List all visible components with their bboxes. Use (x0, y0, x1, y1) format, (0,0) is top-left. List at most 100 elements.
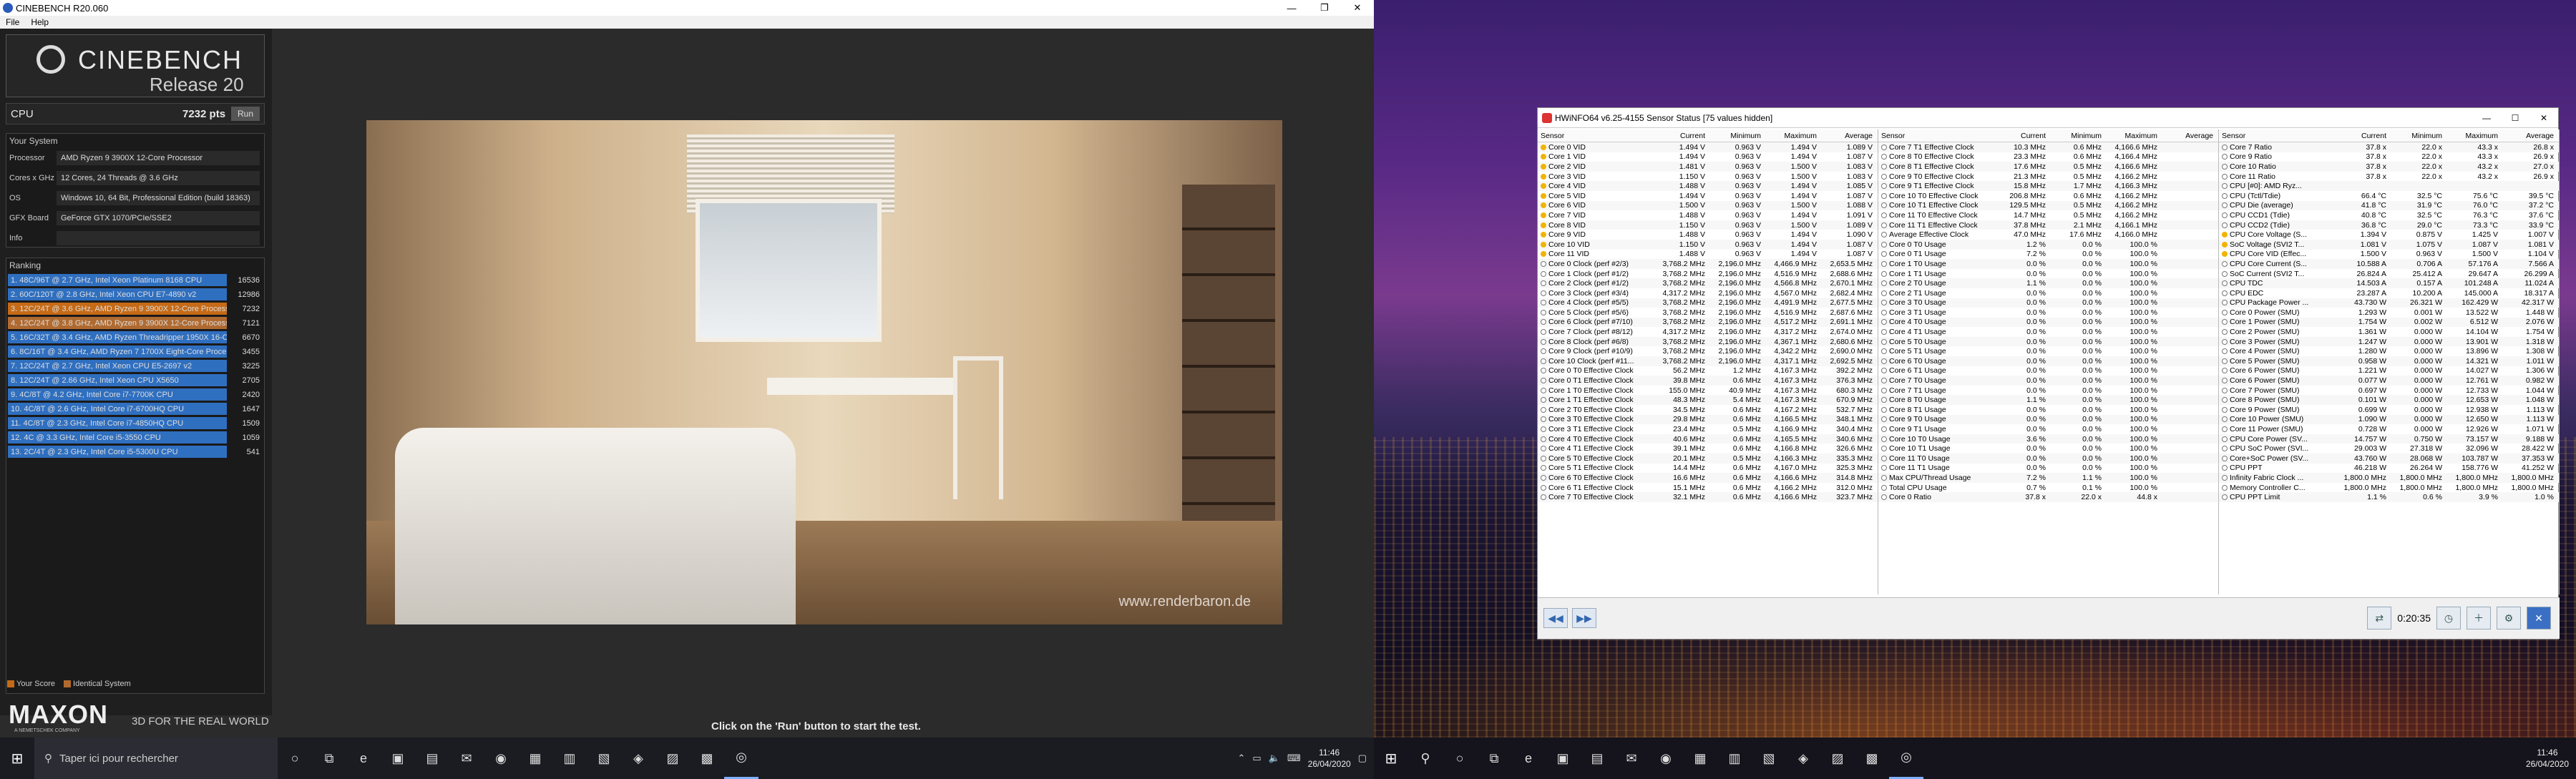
column-header[interactable]: Sensor (2219, 132, 2333, 140)
column-header[interactable]: Maximum (2445, 132, 2501, 140)
windows-start-icon[interactable]: ⊞ (0, 738, 34, 779)
sensor-row[interactable]: Core 6 T0 Effective Clock 16.6 MHz 0.6 MHz… (1538, 473, 1878, 483)
sensor-row[interactable]: CPU SoC Power (SVI... 29.003 W 27.318 W 32.… (2219, 444, 2559, 454)
volume-icon[interactable]: 🔈 (1269, 753, 1280, 764)
ranking-row[interactable]: 13. 2C/4T @ 2.3 GHz, Intel Core i5-5300U… (8, 445, 263, 459)
sensor-row[interactable]: Core 10 T1 Effective Clock 129.5 MHz 0.5 M… (1878, 200, 2218, 211)
column-header[interactable]: Average (1820, 132, 1875, 140)
sensor-row[interactable]: Core 5 VID 1.494 V 0.963 V 1.494 V 1.087 V (1538, 191, 1878, 201)
windows-start-icon-2[interactable]: ⊞ (1374, 738, 1408, 779)
sensor-row[interactable]: Core 10 Clock (perf #11... 3,768.2 MHz 2,1… (1538, 356, 1878, 366)
sensor-row[interactable]: Core 8 Clock (perf #6/8) 3,768.2 MHz 2,196… (1538, 336, 1878, 347)
sensor-row[interactable]: Core 8 T1 Usage 0.0 % 0.0 % 100.0 % (1878, 405, 2218, 415)
sensor-row[interactable]: CPU PPT Limit 1.1 % 0.6 % 3.9 % 1.0 % (2219, 492, 2559, 502)
sensor-row[interactable]: Core 6 T0 Usage 0.0 % 0.0 % 100.0 % (1878, 356, 2218, 366)
column-header[interactable]: Current (1652, 132, 1708, 140)
sensor-row[interactable]: Core 3 VID 1.150 V 0.963 V 1.500 V 1.083 V (1538, 172, 1878, 182)
sensor-row[interactable]: Core 2 Clock (perf #1/2) 3,768.2 MHz 2,196… (1538, 278, 1878, 288)
sensor-row[interactable]: CPU CCD2 (Tdie) 36.8 °C 29.0 °C 73.3 °C 33.9… (2219, 220, 2559, 230)
sensor-row[interactable]: Core+SoC Power (SV... 43.760 W 28.068 W 103… (2219, 454, 2559, 464)
sensor-row[interactable]: Core 5 Clock (perf #5/6) 3,768.2 MHz 2,196… (1538, 308, 1878, 318)
sensor-row[interactable]: Core 0 T1 Effective Clock 39.8 MHz 0.6 MHz… (1538, 376, 1878, 386)
sensor-row[interactable]: Core 6 Power (SMU) 0.077 W 0.000 W 12.761 W… (2219, 376, 2559, 386)
sensor-row[interactable]: CPU [#0]: AMD Ryz... (2219, 181, 2559, 191)
file-explorer-icon-2[interactable]: ▣ (1546, 738, 1580, 779)
sensor-row[interactable]: Core 9 Clock (perf #10/9) 3,768.2 MHz 2,19… (1538, 346, 1878, 356)
ranking-row[interactable]: 4. 12C/24T @ 3.8 GHz, AMD Ryzen 9 3900X … (8, 316, 263, 330)
sensor-row[interactable]: Core 2 T0 Effective Clock 34.5 MHz 0.6 MHz… (1538, 405, 1878, 415)
clock-2[interactable]: 11:46 26/04/2020 (2526, 747, 2569, 770)
sensor-row[interactable]: Core 4 T1 Usage 0.0 % 0.0 % 100.0 % (1878, 327, 2218, 337)
sensor-row[interactable]: CPU Die (average) 41.8 °C 31.9 °C 76.0 °C 37… (2219, 200, 2559, 211)
sensor-row[interactable]: Total CPU Usage 0.7 % 0.1 % 100.0 % (1878, 483, 2218, 493)
sensor-row[interactable]: Core 10 T0 Effective Clock 206.8 MHz 0.6 M… (1878, 191, 2218, 201)
sensor-row[interactable]: Core 10 Ratio 37.8 x 22.0 x 43.2 x 27.0 x (2219, 162, 2559, 172)
sensor-row[interactable]: Core 6 T1 Usage 0.0 % 0.0 % 100.0 % (1878, 366, 2218, 376)
sensor-row[interactable]: Core 3 T1 Effective Clock 23.4 MHz 0.5 MHz… (1538, 424, 1878, 434)
sensor-row[interactable]: Core 7 VID 1.488 V 0.963 V 1.494 V 1.091 V (1538, 210, 1878, 220)
sensor-row[interactable]: CPU (Tctl/Tdie) 66.4 °C 32.5 °C 75.6 °C 39.5… (2219, 191, 2559, 201)
sensor-row[interactable]: Core 1 T0 Usage 0.0 % 0.0 % 100.0 % (1878, 259, 2218, 269)
sensor-row[interactable]: Core 3 Clock (perf #3/4) 4,317.2 MHz 2,196… (1538, 288, 1878, 298)
ranking-row[interactable]: 1. 48C/96T @ 2.7 GHz, Intel Xeon Platinu… (8, 273, 263, 287)
sensor-row[interactable]: Core 2 VID 1.481 V 0.963 V 1.500 V 1.083 V (1538, 162, 1878, 172)
minimize-icon[interactable]: — (1275, 0, 1308, 16)
run-button[interactable]: Run (231, 107, 260, 121)
sensor-row[interactable]: Core 9 T1 Usage 0.0 % 0.0 % 100.0 % (1878, 424, 2218, 434)
sensor-row[interactable]: CPU CCD1 (Tdie) 40.8 °C 32.5 °C 76.3 °C 37.6… (2219, 210, 2559, 220)
hwinfo-taskbar-icon-2[interactable]: ▦ (1683, 738, 1717, 779)
nav-forward-icon[interactable]: ▶▶ (1572, 608, 1596, 628)
ranking-row[interactable]: 10. 4C/8T @ 2.6 GHz, Intel Core i7-6700H… (8, 402, 263, 416)
sensor-row[interactable]: SoC Voltage (SVI2 T... 1.081 V 1.075 V 1.08… (2219, 239, 2559, 250)
sensor-row[interactable]: Max CPU/Thread Usage 7.2 % 1.1 % 100.0 % (1878, 473, 2218, 483)
edge-icon-2[interactable]: e (1511, 738, 1546, 779)
ranking-row[interactable]: 8. 12C/24T @ 2.66 GHz, Intel Xeon CPU X5… (8, 373, 263, 387)
column-header[interactable]: Minimum (2049, 132, 2104, 140)
sensor-row[interactable]: Core 5 Power (SMU) 0.958 W 0.000 W 14.321 W… (2219, 356, 2559, 366)
monitor-app-icon-2[interactable]: ▧ (1752, 738, 1786, 779)
maximize-icon[interactable]: ❐ (1308, 0, 1341, 16)
sensor-row[interactable]: Core 11 Ratio 37.8 x 22.0 x 43.2 x 26.9 x (2219, 172, 2559, 182)
ranking-row[interactable]: 3. 12C/24T @ 3.6 GHz, AMD Ryzen 9 3900X … (8, 302, 263, 315)
sensor-row[interactable]: Core 8 Power (SMU) 0.101 W 0.000 W 12.653 W… (2219, 395, 2559, 406)
column-header[interactable]: Current (2333, 132, 2389, 140)
column-header[interactable]: Average (2160, 132, 2216, 140)
sensor-row[interactable]: Core 5 T1 Usage 0.0 % 0.0 % 100.0 % (1878, 346, 2218, 356)
sensor-row[interactable]: Core 7 T0 Effective Clock 32.1 MHz 0.6 MHz… (1538, 492, 1878, 502)
sensor-row[interactable]: Core 3 T0 Effective Clock 29.8 MHz 0.6 MHz… (1538, 414, 1878, 425)
sensor-row[interactable]: Core 1 T1 Effective Clock 48.3 MHz 5.4 MHz… (1538, 395, 1878, 406)
sensor-row[interactable]: Core 8 T1 Effective Clock 17.6 MHz 0.5 MHz… (1878, 162, 2218, 172)
column-header[interactable]: Sensor (1878, 132, 1993, 140)
cinebench-taskbar-icon-2[interactable]: ◎ (1889, 738, 1923, 779)
task-view-icon-2[interactable]: ⧉ (1477, 738, 1511, 779)
notifications-icon[interactable]: ▢ (1358, 753, 1367, 764)
settings-app-icon[interactable]: ▩ (690, 738, 724, 779)
sensor-row[interactable]: Average Effective Clock 47.0 MHz 17.6 MHz 4… (1878, 230, 2218, 240)
sensor-row[interactable]: Core 0 VID 1.494 V 0.963 V 1.494 V 1.089 V (1538, 142, 1878, 152)
sensor-row[interactable]: Core 4 Power (SMU) 1.280 W 0.000 W 13.896 W… (2219, 346, 2559, 356)
sensor-row[interactable]: Core 2 T1 Usage 0.0 % 0.0 % 100.0 % (1878, 288, 2218, 298)
sensor-row[interactable]: Core 11 Power (SMU) 0.728 W 0.000 W 12.926 … (2219, 424, 2559, 434)
column-header[interactable]: Minimum (2389, 132, 2445, 140)
game-app-icon-2[interactable]: ▨ (1820, 738, 1855, 779)
sensor-row[interactable]: Core 10 T1 Usage 0.0 % 0.0 % 100.0 % (1878, 444, 2218, 454)
cortana-icon-2[interactable]: ○ (1443, 738, 1477, 779)
sensor-row[interactable]: Core 8 T0 Usage 1.1 % 0.0 % 100.0 % (1878, 395, 2218, 406)
column-header[interactable]: Current (1993, 132, 2049, 140)
sensor-row[interactable]: Core 6 VID 1.500 V 0.963 V 1.500 V 1.088 V (1538, 200, 1878, 211)
sensor-row[interactable]: CPU Core Current (S... 10.588 A 0.706 A 57.… (2219, 259, 2559, 269)
column-header[interactable]: Maximum (2104, 132, 2160, 140)
sensor-row[interactable]: Core 2 Power (SMU) 1.361 W 0.000 W 14.104 W… (2219, 327, 2559, 337)
sensor-row[interactable]: Core 2 T0 Usage 1.1 % 0.0 % 100.0 % (1878, 278, 2218, 288)
menu-help[interactable]: Help (31, 17, 49, 27)
settings-app-icon-2[interactable]: ▩ (1855, 738, 1889, 779)
chrome-icon[interactable]: ◉ (484, 738, 518, 779)
sensor-row[interactable]: Core 5 T1 Effective Clock 14.4 MHz 0.6 MHz… (1538, 464, 1878, 474)
sensor-row[interactable]: Core 1 Power (SMU) 1.754 W 0.002 W 6.512 W 2… (2219, 317, 2559, 328)
network-icon[interactable]: ▭ (1252, 753, 1261, 764)
ranking-row[interactable]: 2. 60C/120T @ 2.8 GHz, Intel Xeon CPU E7… (8, 288, 263, 301)
sensor-row[interactable]: Infinity Fabric Clock ... 1,800.0 MHz 1,80… (2219, 473, 2559, 483)
mail-icon-2[interactable]: ✉ (1614, 738, 1649, 779)
sensor-row[interactable]: Core 0 Clock (perf #2/3) 3,768.2 MHz 2,196… (1538, 259, 1878, 269)
sensor-row[interactable]: Core 0 Ratio 37.8 x 22.0 x 44.8 x (1878, 492, 2218, 502)
